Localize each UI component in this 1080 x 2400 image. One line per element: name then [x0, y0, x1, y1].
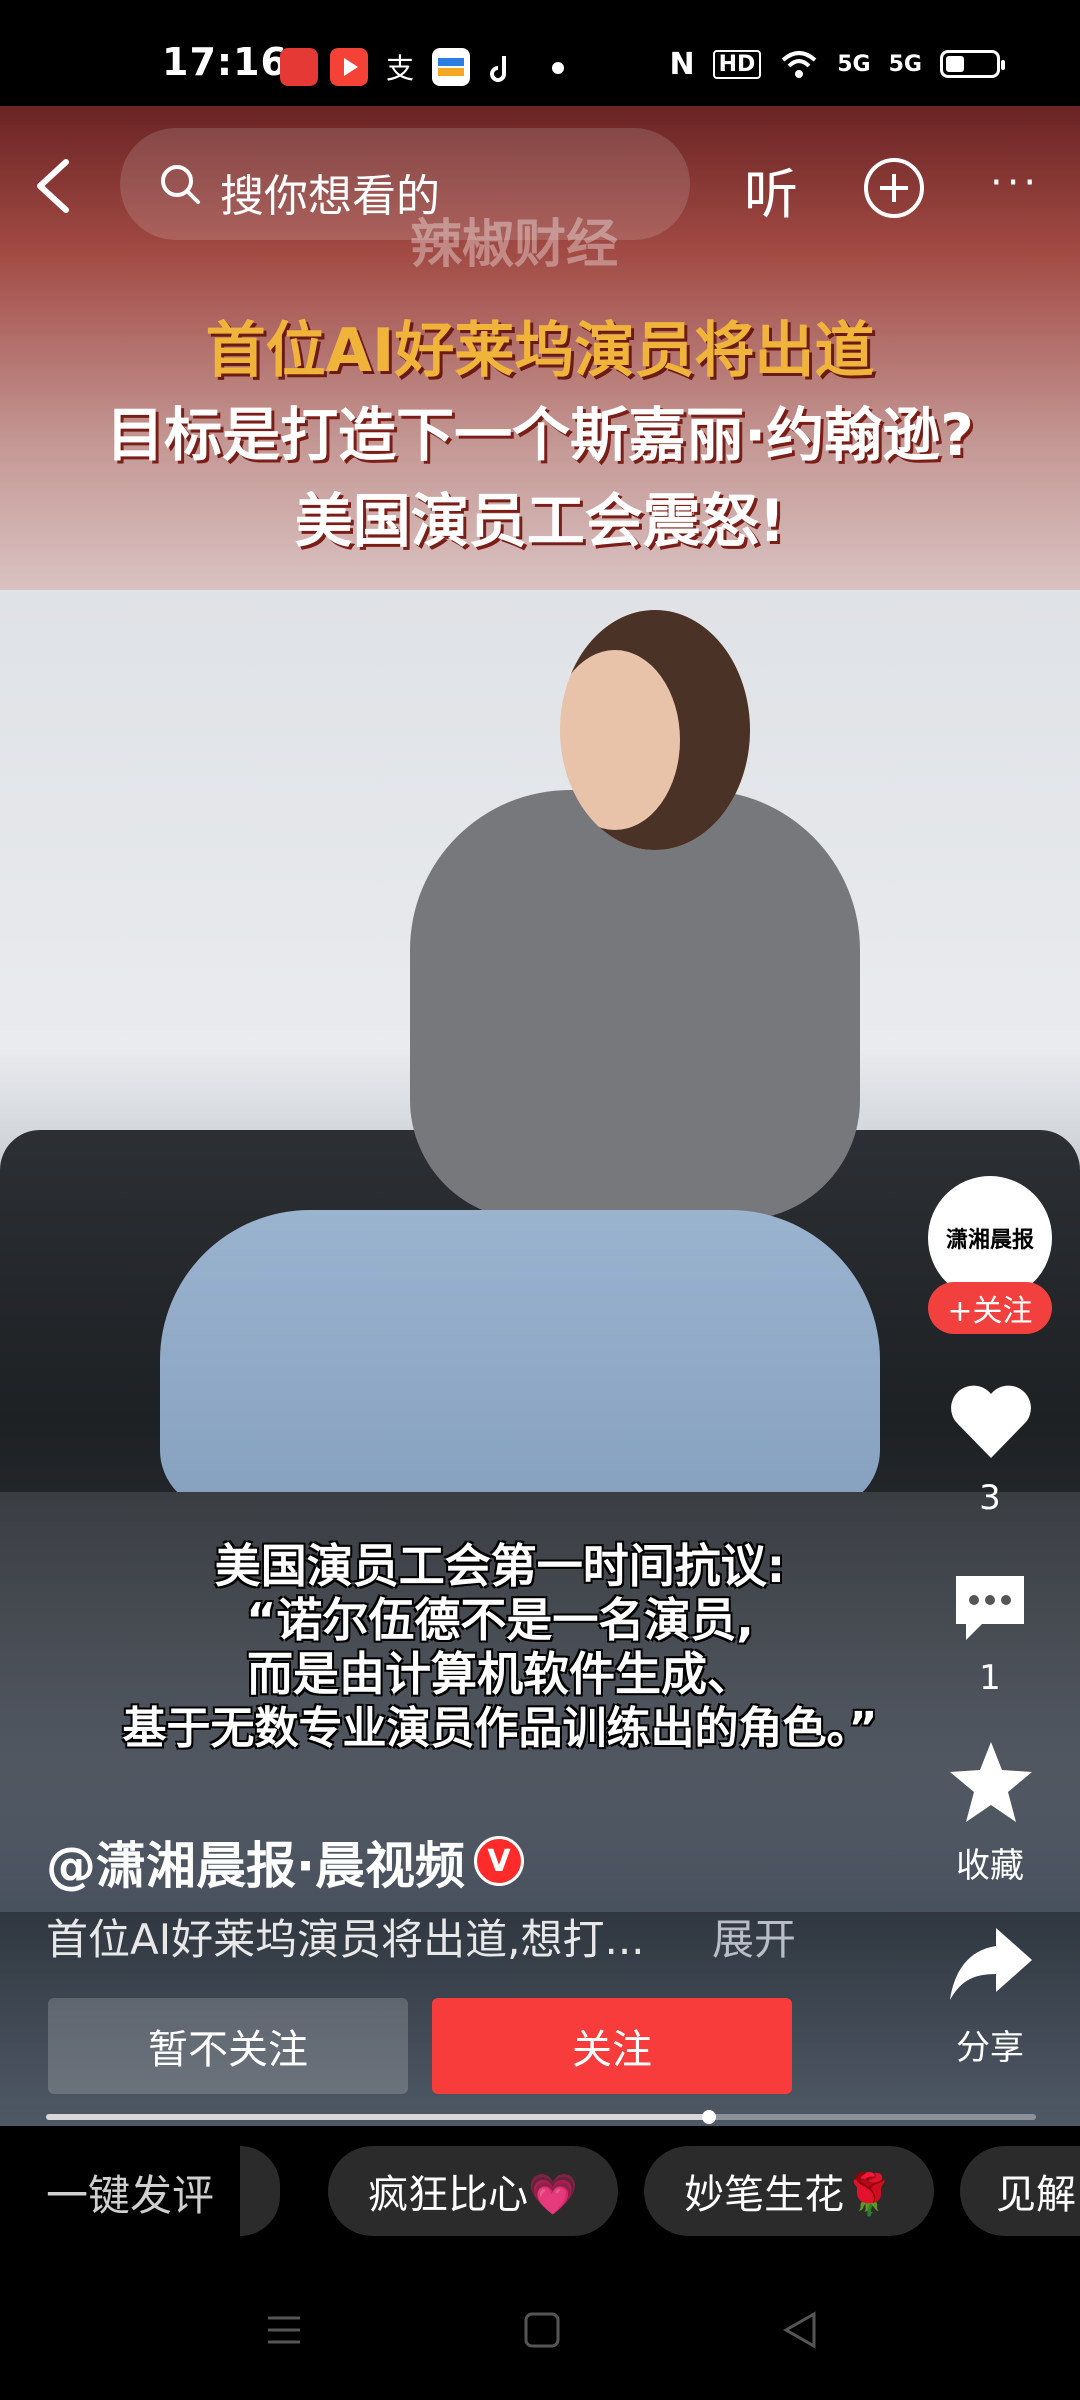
- banner-line-3: 美国演员工会震怒!: [294, 487, 786, 555]
- status-right-group: N HD 5G 5G: [669, 44, 1005, 84]
- not-follow-button[interactable]: 暂不关注: [48, 1998, 408, 2094]
- dot-icon: [552, 62, 564, 74]
- author-name[interactable]: @潇湘晨报·晨视频: [46, 1826, 465, 1898]
- home-nav-icon[interactable]: [522, 2310, 562, 2350]
- plus-circle-icon: [864, 158, 924, 218]
- follow-button[interactable]: 关注: [432, 1998, 792, 2094]
- search-icon: [161, 165, 200, 204]
- signal-5g-icon: 5G: [888, 51, 922, 77]
- quick-comment-label[interactable]: 一键发评: [46, 2162, 214, 2223]
- svg-text:支: 支: [386, 52, 414, 85]
- banner-line-2: 目标是打造下一个斯嘉丽·约翰逊?: [106, 401, 974, 469]
- signal-5g-icon: 5G: [837, 51, 871, 77]
- favorite-button[interactable]: [946, 1738, 1036, 1824]
- comment-chip-1[interactable]: 疯狂比心💗: [328, 2146, 618, 2236]
- comment-bubble-icon: [956, 1576, 1024, 1640]
- status-time: 17:16: [162, 40, 288, 84]
- back-nav-icon[interactable]: [780, 2310, 820, 2350]
- video-progress-bar[interactable]: [46, 2110, 1036, 2124]
- system-nav-bar: [0, 2266, 1080, 2400]
- like-button[interactable]: [946, 1380, 1036, 1464]
- star-icon: [950, 1742, 1032, 1822]
- video-player[interactable]: 辣椒财经 首位AI好莱坞演员将出道 目标是打造下一个斯嘉丽·约翰逊? 美国演员工…: [0, 106, 1080, 2126]
- chevron-left-icon: [37, 159, 69, 213]
- comment-button[interactable]: [948, 1568, 1032, 1648]
- comment-chip-3[interactable]: 见解: [960, 2146, 1080, 2236]
- share-label: 分享: [956, 2028, 1024, 2068]
- video-play-icon: [330, 48, 368, 86]
- expand-link[interactable]: 展开: [712, 1906, 796, 1967]
- search-input[interactable]: 搜你想看的: [120, 128, 690, 240]
- heart-icon: [951, 1385, 1031, 1458]
- listen-button[interactable]: 听: [744, 150, 798, 229]
- wifi-icon: [781, 51, 817, 78]
- tiktok-icon: [484, 48, 522, 86]
- hd-icon: HD: [712, 49, 762, 79]
- status-bar: 17:16 支 N HD 5G 5G: [0, 0, 1080, 106]
- subtitle-line-4: 基于无数专业演员作品训练出的角色。”: [122, 1703, 878, 1754]
- banner-line-1: 首位AI好莱坞演员将出道: [205, 316, 875, 386]
- comment-chip-2[interactable]: 妙笔生花🌹: [644, 2146, 934, 2236]
- search-placeholder: 搜你想看的: [220, 171, 440, 222]
- share-arrow-icon: [950, 1928, 1032, 2000]
- person-figure: [410, 790, 860, 1220]
- add-button[interactable]: [862, 156, 926, 220]
- wallet-icon: [432, 48, 470, 86]
- progress-fill: [46, 2114, 710, 2120]
- favorite-label: 收藏: [956, 1846, 1024, 1886]
- nfc-icon: N: [669, 46, 695, 82]
- follow-chip-button[interactable]: +关注: [928, 1282, 1052, 1334]
- battery-icon: [940, 50, 1005, 78]
- person-head: [560, 610, 750, 850]
- share-button[interactable]: [946, 1920, 1036, 2006]
- alipay-icon: 支: [380, 48, 418, 86]
- verified-badge-icon: V: [474, 1836, 524, 1886]
- comment-count: 1: [979, 1658, 1001, 1698]
- like-count: 3: [979, 1478, 1001, 1518]
- back-button[interactable]: [30, 156, 80, 216]
- video-description: 首位AI好莱坞演员将出道,想打...: [46, 1915, 645, 1964]
- more-button[interactable]: ···: [990, 160, 1040, 206]
- video-frame: [0, 590, 1080, 1610]
- menu-nav-icon[interactable]: [264, 2310, 304, 2350]
- toutiao-icon: [280, 48, 318, 86]
- person-legs: [160, 1210, 880, 1510]
